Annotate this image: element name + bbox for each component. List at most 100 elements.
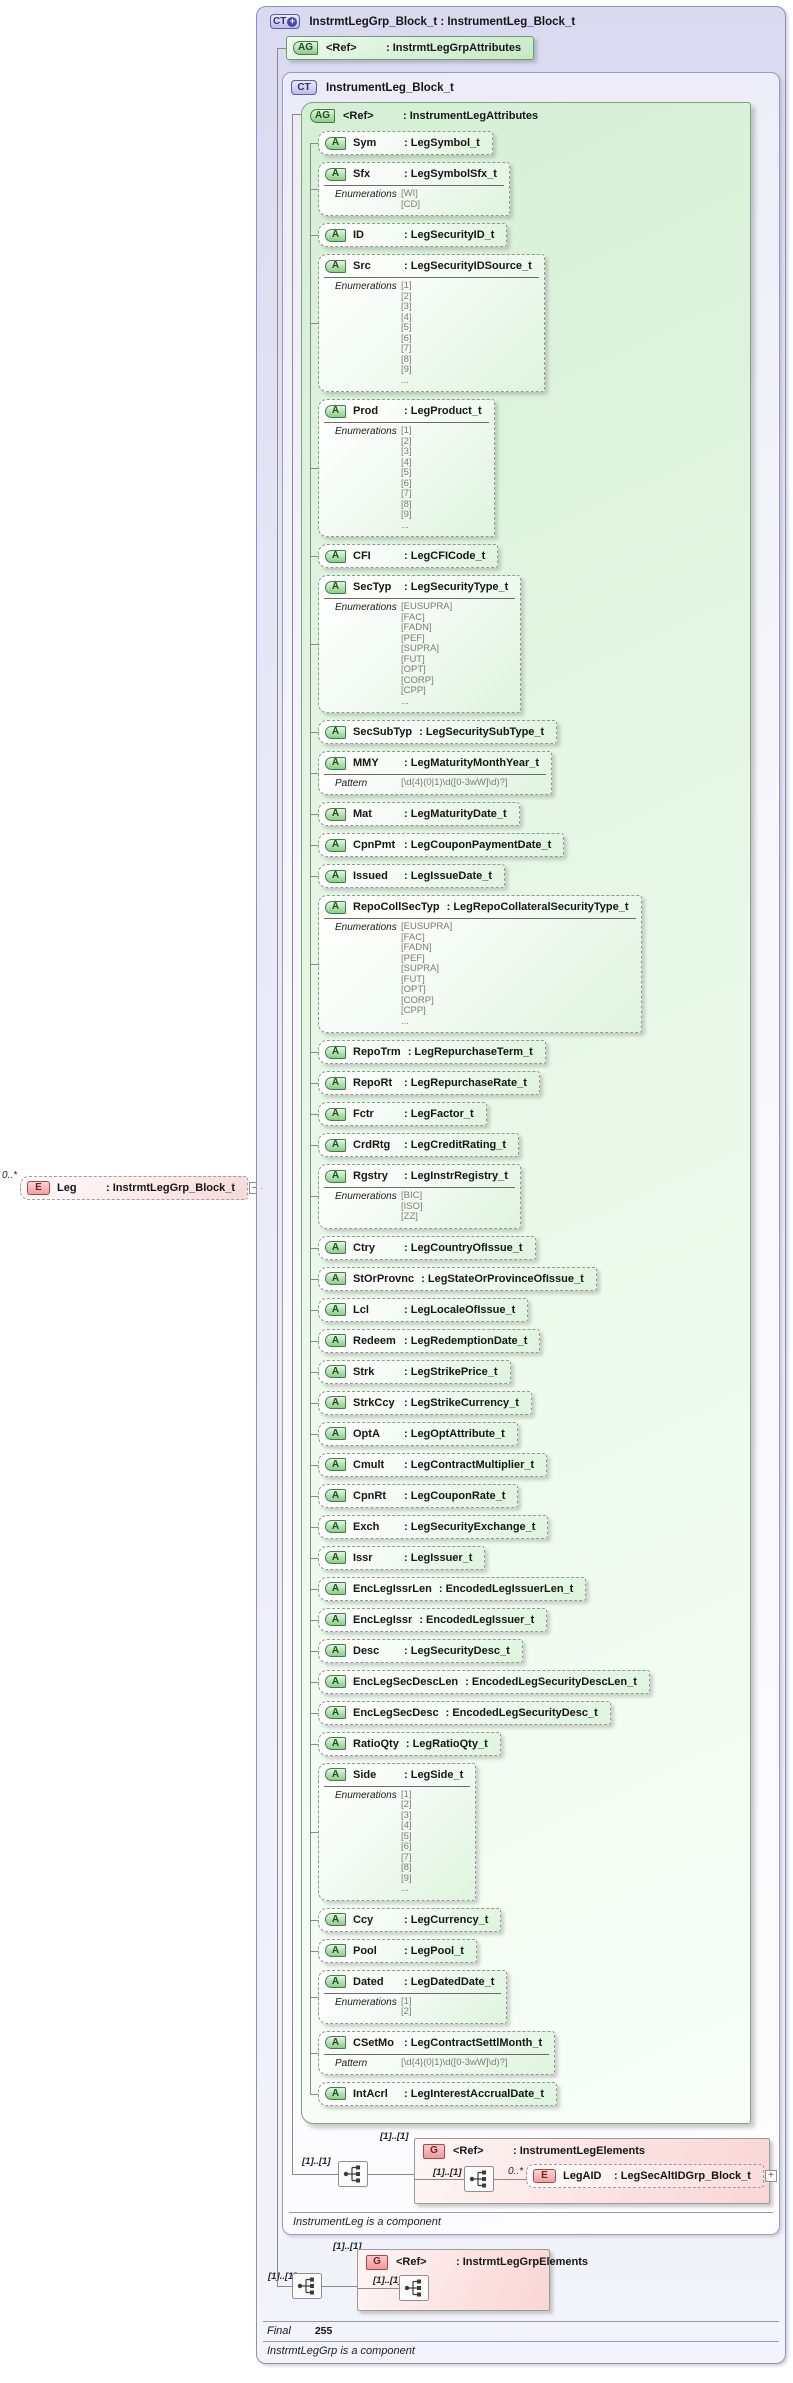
attribute-type: : LegStrikeCurrency_t: [404, 1396, 519, 1409]
legaid-element-box[interactable]: E LegAID : LegSecAltIDGrp_Block_t +: [526, 2163, 777, 2188]
attribute-box[interactable]: A Sym: LegSymbol_t: [318, 131, 493, 155]
attribute-list: A Sym: LegSymbol_t A Sfx: LegSymbolSfx_t Enu…: [302, 125, 750, 2123]
attribute-box[interactable]: A RepoCollSecTyp: LegRepoCollateralSecuri…: [318, 895, 642, 1033]
attribute-box[interactable]: A EncLegSecDesc: EncodedLegSecurityDesc_t: [318, 1700, 611, 1725]
attribute-box[interactable]: A CrdRtg: LegCreditRating_t: [318, 1133, 520, 1157]
attribute-box[interactable]: A RepoRt: LegRepurchaseRate_t: [318, 1071, 540, 1095]
attribute-type: : LegContractMultiplier_t: [404, 1458, 535, 1471]
attribute-name: RepoTrm: [353, 1046, 401, 1058]
attribute-box[interactable]: A Ctry: LegCountryOfIssue_t: [318, 1235, 536, 1260]
enum-value: [7]: [401, 488, 412, 499]
attribute-box[interactable]: A IntAcrl: LegInterestAccrualDate_t: [318, 2081, 557, 2106]
attribute-type: : LegCFICode_t: [404, 550, 486, 562]
attribute-box[interactable]: A EncLegSecDescLen: EncodedLegSecurityDes…: [318, 1669, 650, 1694]
attribute-box[interactable]: A CSetMo: LegContractSettlMonth_t Pattern […: [318, 2030, 556, 2075]
attribute-box[interactable]: A Cmult: LegContractMultiplier_t: [318, 1452, 548, 1477]
ct-header: CT InstrumentLeg_Block_t: [283, 73, 779, 99]
attribute-box[interactable]: A Strk: LegStrikePrice_t: [318, 1359, 511, 1384]
attr-row-sfx: A Sfx: LegSymbolSfx_t Enumerations [WI] [CD]: [310, 162, 510, 216]
enum-value: [OPT]: [401, 664, 426, 675]
attribute-box[interactable]: A SecTyp: LegSecurityType_t Enumerations [E…: [318, 575, 522, 713]
attribute-box[interactable]: A Redeem: LegRedemptionDate_t: [318, 1328, 541, 1353]
attribute-box[interactable]: A Dated: LegDatedDate_t Enumerations [1] [2]: [318, 1969, 508, 2024]
attr-row-src: A Src: LegSecurityIDSource_t Enumerations […: [310, 254, 545, 392]
attribute-type: : EncodedLegIssuerLen_t: [438, 1582, 574, 1595]
attribute-box[interactable]: A Fctr: LegFactor_t: [318, 1102, 487, 1126]
attribute-name: Dated: [353, 1975, 384, 1988]
outer-footer-note: InstrmtLegGrp is a component: [267, 2344, 415, 2357]
attr-row-sym: A Sym: LegSymbol_t: [310, 131, 493, 155]
attribute-type: : LegRepurchaseRate_t: [404, 1077, 527, 1089]
enum-value: [CD]: [401, 198, 420, 210]
attribute-badge: A: [325, 1334, 346, 1347]
attribute-name: Side: [353, 1768, 377, 1781]
group-box-instrumentlegelements[interactable]: G <Ref> : InstrumentLegElements [1]..[1]…: [414, 2137, 777, 2204]
attribute-box[interactable]: A OptA: LegOptAttribute_t: [318, 1421, 518, 1446]
attr-row-fctr: A Fctr: LegFactor_t: [310, 1102, 487, 1126]
ref-type: : InstrumentLegElements: [513, 2145, 646, 2157]
leg-cardinality: 0..*: [2, 1169, 18, 1181]
enum-value: [6]: [401, 1841, 412, 1852]
connector-line: [494, 2178, 526, 2180]
attribute-box[interactable]: A Desc: LegSecurityDesc_t: [318, 1638, 523, 1663]
attribute-type: : LegRatioQty_t: [405, 1737, 488, 1750]
attribute-box[interactable]: A Side: LegSide_t Enumerations [1] [2] [3] [4]…: [318, 1762, 477, 1901]
attribute-type: : EncodedLegIssuer_t: [419, 1613, 535, 1626]
attributegroup-badge: AG: [310, 109, 335, 123]
attribute-box[interactable]: A CpnPmt: LegCouponPaymentDate_t: [318, 833, 565, 857]
attribute-badge: A: [325, 1551, 346, 1564]
enum-value: [WI]: [401, 188, 418, 199]
enum-value: [1]: [401, 280, 412, 291]
attribute-box[interactable]: A Issued: LegIssueDate_t: [318, 864, 506, 888]
attribute-type: : LegSide_t: [404, 1768, 464, 1781]
pattern-label: Pattern: [335, 778, 368, 789]
attribute-box[interactable]: A EncLegIssrLen: EncodedLegIssuerLen_t: [318, 1576, 587, 1601]
attribute-box[interactable]: A CFI: LegCFICode_t: [318, 544, 499, 568]
attribute-box[interactable]: A EncLegIssr: EncodedLegIssuer_t: [318, 1607, 548, 1632]
enum-value: [EUSUPRA]: [401, 601, 453, 612]
attribute-box[interactable]: A CpnRt: LegCouponRate_t: [318, 1483, 519, 1508]
attr-row-secsubtyp: A SecSubTyp: LegSecuritySubType_t: [309, 720, 558, 744]
final-row: Final 255: [257, 2322, 785, 2339]
attribute-type: : LegLocaleOfIssue_t: [404, 1303, 516, 1316]
enum-value: [CPP]: [401, 685, 426, 696]
expand-plus-box[interactable]: +: [764, 2169, 777, 2182]
attribute-box[interactable]: A RatioQty: LegRatioQty_t: [318, 1731, 501, 1756]
attribute-box[interactable]: A RepoTrm: LegRepurchaseTerm_t: [318, 1040, 546, 1064]
attribute-box[interactable]: A Lcl: LegLocaleOfIssue_t: [318, 1297, 529, 1322]
attribute-name: StrkCcy: [353, 1396, 395, 1409]
attribute-type: : LegFactor_t: [404, 1108, 474, 1120]
attribute-box[interactable]: A StrkCcy: LegStrikeCurrency_t: [318, 1390, 532, 1415]
schema-diagram: 0..* E Leg : InstrmtLegGrp_Block_t – CT +…: [0, 0, 793, 2383]
attribute-box[interactable]: A Mat: LegMaturityDate_t: [318, 802, 520, 826]
attribute-box[interactable]: A Pool: LegPool_t: [318, 1938, 477, 1963]
attribute-box[interactable]: A Src: LegSecurityIDSource_t Enumerations […: [318, 254, 545, 392]
attr-row-prod: A Prod: LegProduct_t Enumerations [1] [2] [3]…: [310, 399, 495, 537]
attribute-box[interactable]: A SecSubTyp: LegSecuritySubType_t: [318, 720, 558, 744]
leg-element-box[interactable]: E Leg : InstrmtLegGrp_Block_t –: [20, 1175, 261, 1200]
attributegroup-ref-instrmtleggrpattributes[interactable]: AG <Ref> : InstrmtLegGrpAttributes: [286, 36, 535, 60]
attribute-box[interactable]: A Ccy: LegCurrency_t: [318, 1907, 502, 1932]
ct-footer-note: InstrumentLeg is a component: [293, 2215, 441, 2228]
attribute-box[interactable]: A ID: LegSecurityID_t: [318, 223, 508, 247]
attribute-name: CFI: [353, 550, 371, 562]
attribute-badge: A: [325, 228, 346, 242]
ct-box-instrumentleg: CT InstrumentLeg_Block_t AG <Ref> : Inst…: [282, 72, 780, 2235]
attribute-badge: A: [325, 580, 346, 594]
attribute-box[interactable]: A Rgstry: LegInstrRegistry_t Enumerations […: [318, 1164, 521, 1229]
enum-value: [3]: [401, 446, 412, 457]
group-cardinality: [1]..[1]: [380, 2130, 409, 2142]
attribute-box[interactable]: A StOrProvnc: LegStateOrProvinceOfIssue_t: [318, 1266, 597, 1291]
attr-row-ccy: A Ccy: LegCurrency_t: [309, 1907, 502, 1932]
attribute-box[interactable]: A Exch: LegSecurityExchange_t: [318, 1514, 549, 1539]
attribute-box[interactable]: A MMY: LegMaturityMonthYear_t Pattern [\d{4…: [318, 751, 553, 795]
connector-line: [292, 114, 301, 115]
element-badge: E: [533, 2168, 556, 2183]
inner-ag-header[interactable]: AG <Ref> : InstrumentLegAttributes: [302, 103, 750, 125]
attribute-box[interactable]: A Issr: LegIssuer_t: [318, 1545, 486, 1570]
group-box-instrmtleggrpelements[interactable]: G <Ref> : InstrmtLegGrpElements [1]..[1]: [357, 2248, 588, 2311]
attribute-box[interactable]: A Sfx: LegSymbolSfx_t Enumerations [WI] [CD]: [318, 162, 510, 216]
attribute-box[interactable]: A Prod: LegProduct_t Enumerations [1] [2] [3]…: [318, 399, 495, 537]
enum-value: [ZZ]: [401, 1211, 418, 1222]
attribute-badge: A: [325, 1458, 346, 1471]
